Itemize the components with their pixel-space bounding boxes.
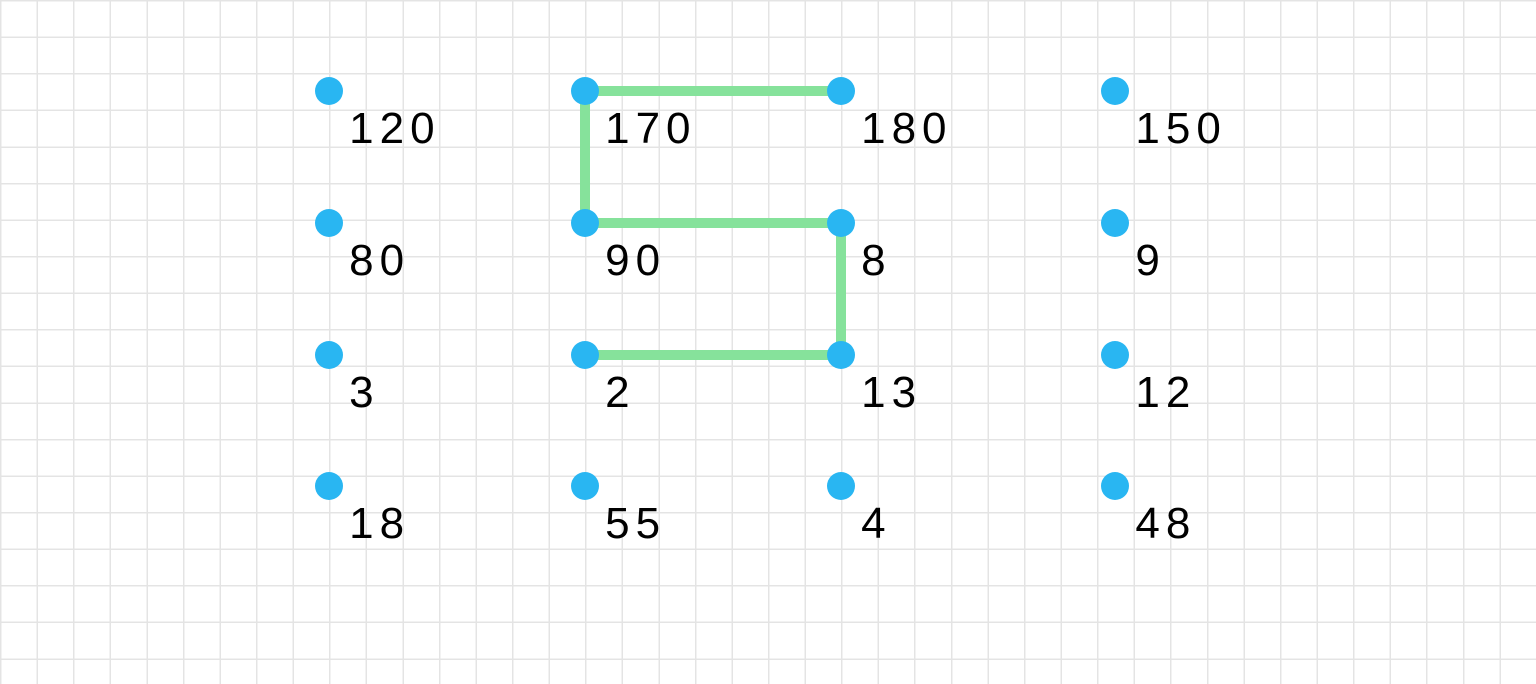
node-label: 48 <box>1135 502 1196 546</box>
node-label: 12 <box>1135 371 1196 415</box>
node-label: 9 <box>1135 239 1165 283</box>
node-dot[interactable] <box>827 341 855 369</box>
node-label: 13 <box>861 371 922 415</box>
node-label: 55 <box>605 502 666 546</box>
game-board: 120 170 180 150 80 90 8 9 3 2 13 12 18 55 4 48 <box>0 0 1536 684</box>
node-label: 8 <box>861 239 891 283</box>
path-segment <box>836 218 846 360</box>
path-segment <box>580 86 590 228</box>
node-dot[interactable] <box>571 341 599 369</box>
path-segment <box>580 86 846 96</box>
node-label: 3 <box>349 371 379 415</box>
node-label: 150 <box>1135 107 1226 151</box>
node-label: 180 <box>861 107 952 151</box>
path-segment <box>580 350 846 360</box>
node-dot[interactable] <box>571 209 599 237</box>
node-label: 170 <box>605 107 696 151</box>
node-dot[interactable] <box>1101 341 1129 369</box>
node-label: 4 <box>861 502 891 546</box>
node-dot[interactable] <box>315 341 343 369</box>
node-label: 90 <box>605 239 666 283</box>
node-label: 80 <box>349 239 410 283</box>
node-label: 18 <box>349 502 410 546</box>
node-label: 2 <box>605 371 635 415</box>
grid-background <box>0 0 1536 684</box>
path-segment <box>580 218 846 228</box>
node-label: 120 <box>349 107 440 151</box>
node-dot[interactable] <box>827 209 855 237</box>
node-dot[interactable] <box>315 209 343 237</box>
